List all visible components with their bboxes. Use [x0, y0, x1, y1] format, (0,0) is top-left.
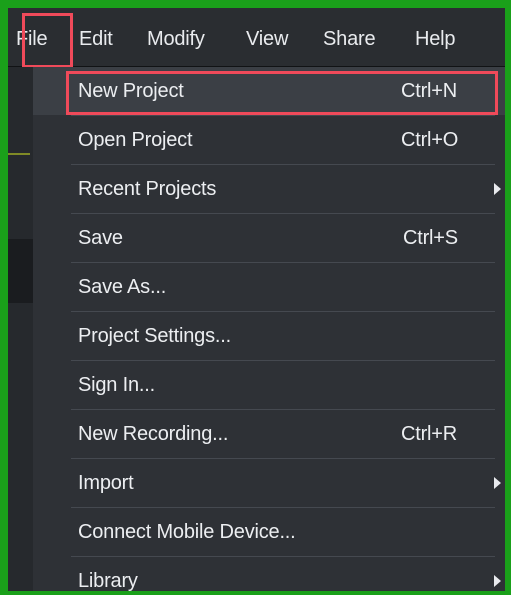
menu-edit[interactable]: Edit	[79, 28, 113, 50]
file-dropdown-menu: New Project Ctrl+N Open Project Ctrl+O R…	[33, 67, 505, 591]
menu-item-new-recording[interactable]: New Recording... Ctrl+R	[33, 410, 505, 458]
menu-item-shortcut: Ctrl+R	[401, 423, 458, 445]
menu-share[interactable]: Share	[323, 28, 376, 50]
panel-shadow	[8, 239, 33, 303]
menu-item-label: Open Project	[78, 129, 193, 151]
menu-item-save[interactable]: Save Ctrl+S	[33, 214, 505, 262]
menu-item-label: Sign In...	[78, 374, 155, 396]
menu-item-import[interactable]: Import	[33, 459, 505, 507]
timeline-marker	[8, 153, 30, 155]
submenu-arrow-icon	[494, 183, 501, 195]
app-window: File Edit Modify View Share Help New Pro…	[8, 8, 505, 591]
new-project-highlight-box	[66, 71, 498, 115]
menu-item-save-as[interactable]: Save As...	[33, 263, 505, 311]
menu-help[interactable]: Help	[415, 28, 456, 50]
menu-item-project-settings[interactable]: Project Settings...	[33, 312, 505, 360]
menu-view[interactable]: View	[246, 28, 288, 50]
menu-modify[interactable]: Modify	[147, 28, 205, 50]
submenu-arrow-icon	[494, 477, 501, 489]
menu-item-label: New Recording...	[78, 423, 229, 445]
menu-item-shortcut: Ctrl+O	[401, 129, 459, 151]
menu-item-label: Library	[78, 570, 138, 591]
menu-item-shortcut: Ctrl+S	[403, 227, 458, 249]
background-editor-panel	[8, 67, 33, 591]
menu-bar: File Edit Modify View Share Help	[8, 8, 505, 67]
menu-item-sign-in[interactable]: Sign In...	[33, 361, 505, 409]
menu-item-open-project[interactable]: Open Project Ctrl+O	[33, 116, 505, 164]
menu-item-label: Import	[78, 472, 134, 494]
menu-item-label: Project Settings...	[78, 325, 231, 347]
file-menu-highlight-box	[22, 13, 73, 68]
menu-item-recent-projects[interactable]: Recent Projects	[33, 165, 505, 213]
submenu-arrow-icon	[494, 575, 501, 587]
menu-item-label: Save As...	[78, 276, 167, 298]
menu-item-library[interactable]: Library	[33, 557, 505, 591]
menu-item-label: Save	[78, 227, 123, 249]
menu-item-label: Recent Projects	[78, 178, 217, 200]
menu-item-label: Connect Mobile Device...	[78, 521, 296, 543]
menu-item-connect-mobile-device[interactable]: Connect Mobile Device...	[33, 508, 505, 556]
